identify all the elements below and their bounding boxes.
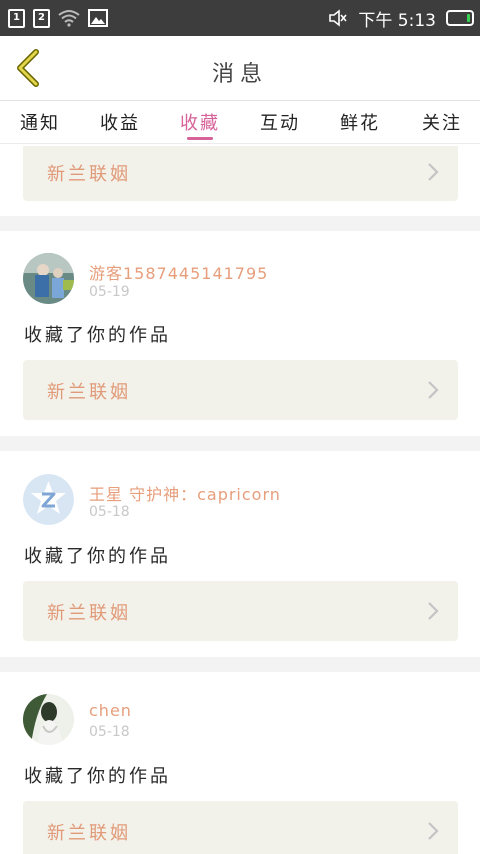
avatar[interactable] (23, 474, 74, 525)
work-card[interactable]: 新兰联姻 (23, 146, 458, 201)
section-divider (0, 216, 480, 231)
tab-notifications[interactable]: 通知 (12, 109, 68, 139)
tab-interactions[interactable]: 互动 (252, 109, 308, 139)
status-right: 下午 5:13 (328, 8, 474, 31)
chevron-right-icon (428, 602, 439, 620)
image-icon (88, 9, 108, 27)
wifi-icon (58, 10, 80, 27)
action-text: 收藏了你的作品 (24, 546, 171, 567)
status-bar: 1 2 下午 5:13 (0, 0, 480, 36)
sim2-icon: 2 (33, 8, 50, 28)
work-title: 新兰联姻 (47, 164, 131, 185)
active-tab-indicator (187, 137, 213, 140)
tab-bar: 通知 收益 收藏 互动 鲜花 关注 (0, 100, 480, 144)
sim1-icon: 1 (8, 8, 25, 28)
tab-favorites[interactable]: 收藏 (172, 109, 228, 139)
tab-earnings[interactable]: 收益 (92, 109, 148, 139)
username[interactable]: chen (89, 701, 132, 720)
date: 05-18 (89, 504, 130, 520)
action-text: 收藏了你的作品 (24, 325, 171, 346)
status-left: 1 2 (8, 8, 108, 28)
date: 05-19 (89, 284, 130, 300)
work-card[interactable]: 新兰联姻 (23, 360, 458, 420)
username[interactable]: 王星 守护神：capricorn (89, 481, 281, 505)
section-divider (0, 657, 480, 672)
avatar[interactable] (23, 694, 74, 745)
tab-following[interactable]: 关注 (414, 109, 470, 139)
status-time: 下午 5:13 (358, 10, 436, 31)
tab-flowers[interactable]: 鲜花 (332, 109, 388, 139)
work-card[interactable]: 新兰联姻 (23, 801, 458, 854)
chevron-right-icon (428, 822, 439, 840)
work-title: 新兰联姻 (47, 823, 131, 844)
section-divider (0, 436, 480, 451)
battery-icon (446, 10, 474, 26)
work-card[interactable]: 新兰联姻 (23, 581, 458, 641)
date: 05-18 (89, 724, 130, 740)
avatar[interactable] (23, 253, 74, 304)
work-title: 新兰联姻 (47, 603, 131, 624)
chevron-right-icon (428, 163, 439, 181)
page-title: 消息 (211, 62, 268, 87)
work-title: 新兰联姻 (47, 382, 131, 403)
mute-icon (329, 9, 348, 27)
action-text: 收藏了你的作品 (24, 766, 171, 787)
username[interactable]: 游客1587445141795 (89, 260, 268, 284)
chevron-right-icon (428, 381, 439, 399)
app-header: 消息 (0, 36, 480, 100)
